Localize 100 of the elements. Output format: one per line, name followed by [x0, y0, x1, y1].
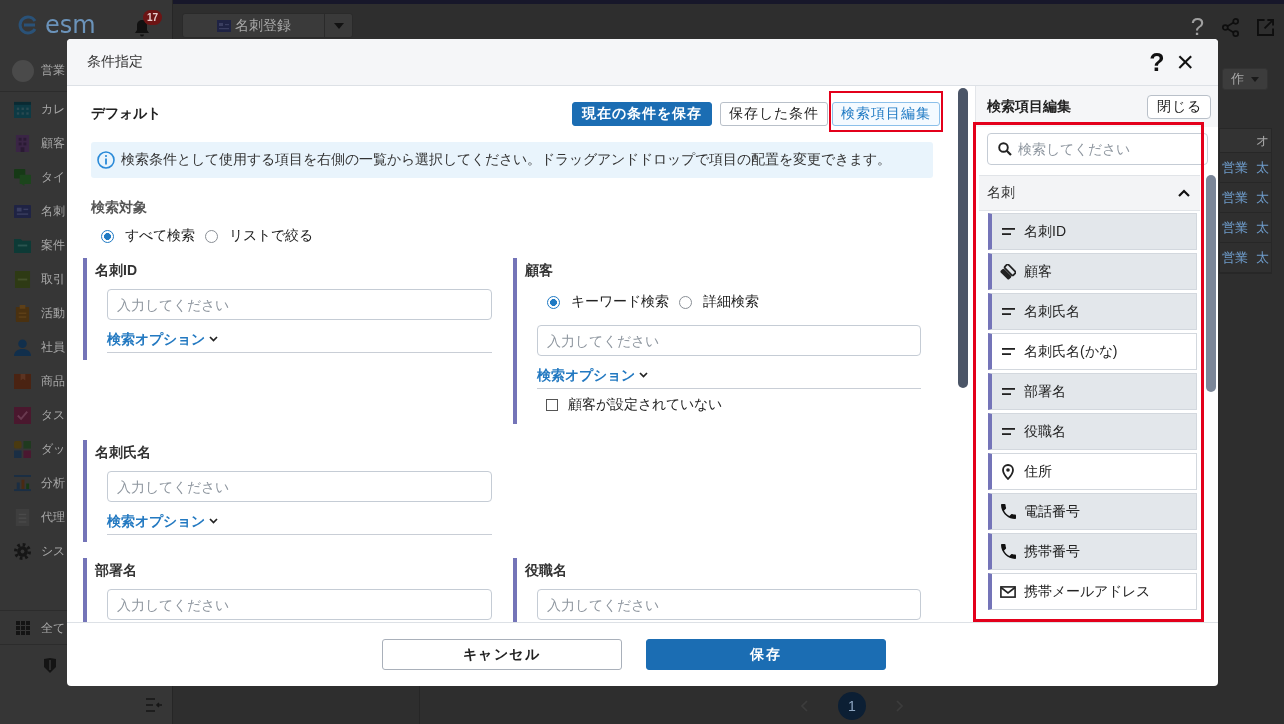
caret-down-icon [333, 22, 344, 29]
sidebar-item[interactable]: 商品 [14, 372, 65, 390]
caret-down-icon [1251, 76, 1259, 82]
input-field[interactable]: 入力してください [537, 325, 921, 356]
radio-label[interactable]: リストで絞る [229, 227, 313, 245]
scrollbar[interactable] [958, 88, 968, 388]
field-item[interactable]: 携帯番号 [988, 533, 1197, 570]
table-cell-text: 太 [1256, 158, 1270, 177]
panel-title: 検索項目編集 [987, 97, 1071, 116]
grid-icon [16, 620, 30, 635]
save-current-button[interactable]: 現在の条件を保存 [572, 102, 712, 126]
sidebar-item[interactable]: 代理 [14, 508, 65, 526]
input-field[interactable]: 入力してください [107, 471, 492, 502]
table-cell-text: 営業 [1221, 248, 1249, 267]
radio-label[interactable]: 詳細検索 [703, 293, 759, 311]
radio-button[interactable] [205, 229, 218, 243]
settings-icon [14, 542, 31, 560]
save-button[interactable]: 保存 [645, 639, 886, 670]
box-icon [14, 372, 31, 390]
section-label: 検索対象 [91, 199, 147, 215]
field-label: 顧客 [525, 262, 553, 278]
bar-chart-icon [14, 474, 31, 492]
search-options-link[interactable]: 検索オプション [107, 513, 218, 529]
search-icon [998, 142, 1012, 156]
bell-icon[interactable] [134, 19, 150, 37]
table-cell-text: 営業 [1221, 158, 1249, 177]
phone-icon [1000, 544, 1016, 559]
sidebar-item[interactable]: 分析 [14, 474, 65, 492]
shield-icon[interactable] [44, 658, 56, 673]
external-link-icon[interactable] [1257, 17, 1274, 37]
field-item[interactable]: 名刺氏名(かな) [988, 333, 1197, 370]
group-header[interactable]: 名刺 [979, 175, 1200, 211]
close-button[interactable]: × [1176, 49, 1194, 75]
help-button[interactable]: ? [1149, 49, 1165, 75]
notification-badge: 17 [143, 10, 163, 25]
text-lines-icon [1001, 348, 1015, 355]
saved-conditions-button[interactable]: 保存した条件 [720, 102, 828, 126]
chevron-down-icon [209, 336, 218, 342]
field-item[interactable]: 電話番号 [988, 493, 1197, 530]
scrollbar[interactable] [1206, 175, 1216, 392]
checkbox[interactable] [546, 399, 558, 411]
cancel-button[interactable]: キャンセル [381, 639, 622, 670]
collapse-sidebar-icon[interactable] [146, 698, 162, 712]
sidebar-item[interactable]: 顧客 [14, 134, 65, 152]
id-card-icon [216, 19, 231, 32]
input-field[interactable]: 入力してください [537, 589, 921, 620]
field-item[interactable]: 部署名 [988, 373, 1197, 410]
phone-icon [1000, 504, 1016, 519]
field-label: 部署名 [95, 562, 137, 578]
column-header: オ [1256, 131, 1270, 150]
id-card-icon [14, 202, 31, 220]
sidebar-item[interactable]: タイ [14, 168, 65, 186]
mail-icon [1000, 585, 1016, 598]
all-apps-item[interactable]: 全て [14, 618, 65, 637]
check-square-icon [14, 406, 31, 424]
info-icon [97, 151, 115, 169]
table-cell-text: 営業 [1221, 188, 1249, 207]
field-item[interactable]: 名刺氏名 [988, 293, 1197, 330]
sidebar-item[interactable]: 活動 [14, 304, 65, 322]
radio-label[interactable]: キーワード検索 [571, 293, 669, 311]
minus-square-icon [14, 270, 31, 288]
field-item[interactable]: 顧客 [988, 253, 1197, 290]
radio-button[interactable] [547, 295, 560, 309]
table-cell-text: 太 [1256, 218, 1270, 237]
input-field[interactable]: 入力してください [107, 289, 492, 320]
field-item[interactable]: 役職名 [988, 413, 1197, 450]
radio-button[interactable] [679, 295, 692, 309]
sidebar-item[interactable]: タス [14, 406, 65, 424]
sidebar-item[interactable]: 取引 [14, 270, 65, 288]
radio-label[interactable]: すべて検索 [125, 227, 195, 245]
sidebar-item[interactable]: 社員 [14, 338, 65, 356]
search-options-link[interactable]: 検索オプション [537, 367, 648, 383]
help-button[interactable]: ? [1190, 14, 1204, 40]
search-field[interactable]: 検索してください [987, 133, 1208, 165]
logo-text: esm [45, 11, 96, 39]
register-button[interactable]: 名刺登録 [183, 14, 325, 37]
checkbox-label[interactable]: 顧客が設定されていない [568, 396, 722, 414]
sidebar-item[interactable]: 案件 [14, 236, 65, 254]
edit-fields-button[interactable]: 検索項目編集 [832, 102, 940, 126]
close-panel-button[interactable]: 閉じる [1147, 94, 1211, 119]
actions-button[interactable]: 作 [1222, 68, 1268, 90]
sidebar-item[interactable]: 名刺 [14, 202, 65, 220]
building-icon [14, 134, 31, 152]
calendar-icon [14, 100, 31, 118]
field-item[interactable]: 名刺ID [988, 213, 1197, 250]
location-pin-icon [1002, 463, 1014, 480]
radio-button[interactable] [101, 229, 114, 243]
search-options-link[interactable]: 検索オプション [107, 331, 218, 347]
share-icon[interactable] [1222, 17, 1239, 37]
input-field[interactable]: 入力してください [107, 589, 492, 620]
text-lines-icon [1001, 388, 1015, 395]
sidebar-item[interactable]: シス [14, 542, 65, 560]
field-item[interactable]: 携帯メールアドレス [988, 573, 1197, 610]
group-label: 名刺 [987, 184, 1015, 202]
page-button[interactable]: 1 [838, 692, 866, 720]
sidebar-item[interactable]: ダッ [14, 440, 65, 458]
sidebar-item[interactable]: カレ [14, 100, 65, 118]
field-item[interactable]: 住所 [988, 453, 1197, 490]
register-split-button[interactable]: 名刺登録 [182, 13, 353, 38]
tiles-icon [14, 440, 31, 458]
